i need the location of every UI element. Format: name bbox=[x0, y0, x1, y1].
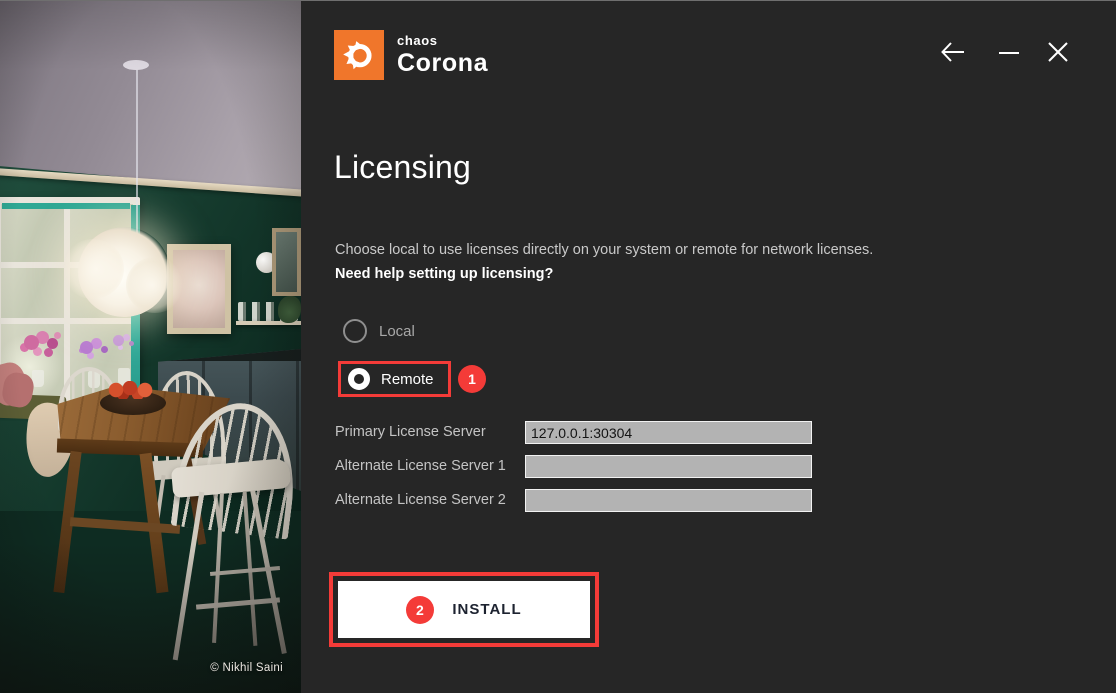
page-title: Licensing bbox=[334, 149, 472, 185]
photo-fruit bbox=[108, 381, 160, 399]
content-panel: chaos Corona Licensing Choose local to u… bbox=[301, 1, 1116, 693]
photo-ceiling-rose bbox=[123, 60, 149, 70]
radio-option-local[interactable]: Local bbox=[343, 319, 415, 343]
annotation-box-install: 2 INSTALL bbox=[329, 572, 599, 647]
brand-chaos: chaos bbox=[397, 33, 438, 48]
radio-remote-circle[interactable] bbox=[348, 368, 370, 390]
primary-license-server-input[interactable] bbox=[525, 421, 812, 444]
photo-flowers bbox=[113, 335, 124, 346]
radio-local-circle[interactable] bbox=[343, 319, 367, 343]
close-icon bbox=[1044, 38, 1072, 69]
photo-flowers bbox=[24, 335, 39, 350]
alternate-license-server-2-input[interactable] bbox=[525, 489, 812, 512]
alternate-license-server-1-input[interactable] bbox=[525, 455, 812, 478]
photo-ceiling bbox=[0, 1, 301, 193]
annotation-step-1-badge: 1 bbox=[458, 365, 486, 393]
minimize-button[interactable] bbox=[994, 38, 1024, 68]
install-button[interactable]: 2 INSTALL bbox=[338, 581, 590, 638]
photo-window-reveal-top bbox=[2, 203, 130, 209]
photo-credit: © Nikhil Saini bbox=[210, 662, 283, 674]
chaos-corona-logo bbox=[334, 30, 384, 80]
primary-license-server-label: Primary License Server bbox=[335, 424, 486, 440]
photo-vase bbox=[32, 370, 44, 387]
installer-photo: © Nikhil Saini bbox=[0, 1, 301, 693]
minimize-icon bbox=[995, 38, 1023, 69]
photo-plant bbox=[278, 296, 301, 323]
licensing-description: Choose local to use licenses directly on… bbox=[335, 242, 874, 258]
photo-flowers bbox=[80, 341, 93, 354]
brand-corona: Corona bbox=[397, 49, 489, 77]
corona-flame-icon bbox=[337, 31, 381, 80]
install-button-label: INSTALL bbox=[452, 601, 522, 618]
photo-pendant-lamp bbox=[62, 227, 184, 317]
brand-wordmark: chaos Corona bbox=[397, 34, 488, 76]
photo-mirror bbox=[272, 228, 301, 296]
alternate-license-server-2-label: Alternate License Server 2 bbox=[335, 492, 506, 508]
close-button[interactable] bbox=[1043, 38, 1073, 68]
annotation-box-remote: Remote bbox=[338, 361, 451, 397]
licensing-help-link[interactable]: Need help setting up licensing? bbox=[335, 266, 553, 282]
alternate-license-server-1-label: Alternate License Server 1 bbox=[335, 458, 506, 474]
back-arrow-icon bbox=[939, 38, 967, 69]
photo-lamp-cord bbox=[136, 67, 138, 239]
installer-window: © Nikhil Saini chaos Corona Licensing Ch… bbox=[0, 0, 1116, 693]
radio-local-label[interactable]: Local bbox=[379, 323, 415, 340]
radio-remote-label[interactable]: Remote bbox=[381, 371, 434, 388]
annotation-step-2-badge: 2 bbox=[406, 595, 435, 624]
back-button[interactable] bbox=[938, 38, 968, 68]
